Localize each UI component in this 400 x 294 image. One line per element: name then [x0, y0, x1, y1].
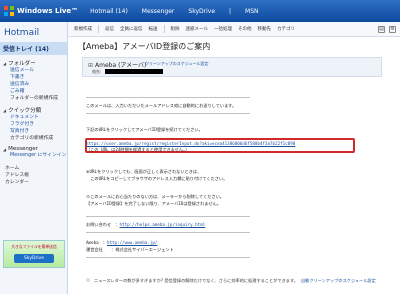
body-line-2: 下記のURLをクリックしてアメーバID登録を続けてください。: [86, 127, 203, 132]
footer-text: ニュースレターの数が多すぎますか? 受信登録の解除だけでなく、さらに効率的に処理…: [94, 278, 298, 283]
body-line-5: このURLをコピーしてブラウザのアドレス入力欄に貼り付けてください。: [86, 176, 228, 181]
divider-rule: ――――――――――――――――――――――――――――――――――――――――…: [86, 111, 250, 116]
categories-button[interactable]: カテゴリ: [277, 26, 295, 32]
reply-button[interactable]: 返信: [105, 26, 114, 32]
messenger-signin-link[interactable]: Messenger にサインイン: [10, 152, 67, 159]
sidebar-item-photos[interactable]: 写真付き: [10, 128, 67, 135]
divider-rule: ――――――――――――――――――――――――――――――――――――――――…: [86, 230, 250, 235]
contact-url-link[interactable]: http://helps.ameba.jp/inquiry.html: [120, 222, 206, 227]
ameba-row: Ameba ：http://www.ameba.jp/: [86, 240, 157, 246]
sidebar-item-trash[interactable]: ごみ箱: [10, 88, 67, 95]
sidebar-item-drafts[interactable]: 下書き: [10, 74, 67, 81]
left-sidebar: Hotmail 受信トレイ (14) ◢ フォルダー 送信メール 下書き 送信済み…: [0, 22, 68, 294]
footer-schedule-link[interactable]: 自動クリーンアップのスケジュール設定: [301, 278, 376, 284]
sidebar-item-home[interactable]: ホーム: [5, 165, 67, 172]
top-nav-links: Hotmail (14) Messenger SkyDrive | MSN: [90, 8, 258, 15]
sidebar-item-inbox[interactable]: 受信トレイ (14): [0, 42, 67, 55]
expand-icon[interactable]: ⊞: [88, 62, 93, 69]
divider-rule: ――――――――――――――――――――――――――――――――――――――――…: [86, 95, 250, 100]
divider-rule: ――――――――――――――――――――――――――――――――――――――――…: [86, 255, 250, 260]
sweep-button[interactable]: 一括処理: [214, 26, 232, 32]
quick-views-header-label: クイック分類: [8, 108, 42, 114]
contact-label: お問い合わせ ：: [86, 222, 120, 227]
sidebar-item-sent-mail[interactable]: 送信メール: [10, 67, 67, 74]
quick-views-section: ◢ クイック分類 ドキュメント フラグ付き 写真付き カテゴリの新規作成: [0, 106, 67, 142]
delete-button[interactable]: 削除: [171, 26, 180, 32]
move-to-button[interactable]: 移動先: [258, 26, 272, 32]
ad-skydrive-logo: SkyDrive: [14, 254, 54, 263]
body-line-3: （この URL は24時間を経過すると使用できません。）: [86, 147, 190, 152]
nav-messenger[interactable]: Messenger: [142, 8, 175, 15]
sidebar-item-contacts[interactable]: アドレス帳: [5, 172, 67, 179]
folders-header-label: フォルダー: [8, 61, 36, 67]
message-subject: 【Ameba】アメーバID登録のご案内: [78, 42, 211, 51]
nav-hotmail[interactable]: Hotmail (14): [90, 8, 128, 15]
sender-name[interactable]: ⊞ Ameba (アメーバ): [88, 60, 146, 69]
cleanup-schedule-link[interactable]: クリーンアップのスケジュール設定: [145, 61, 209, 67]
misc-links: ホーム アドレス帳 カレンダー: [0, 165, 67, 186]
folders-section: ◢ フォルダー 送信メール 下書き 送信済み ごみ箱 フォルダーの新規作成: [0, 59, 67, 102]
newsletter-footer: ✉ ニュースレターの数が多すぎますか? 受信登録の解除だけでなく、さらに効率的に…: [86, 278, 396, 284]
contact-row: お問い合わせ ：http://helps.ameba.jp/inquiry.ht…: [86, 222, 205, 228]
info-icon: ✉: [86, 277, 91, 284]
divider-rule: ――――――――――――――――――――――――――――――――――――――――…: [86, 214, 250, 219]
sender-name-label: Ameba (アメーバ): [95, 62, 147, 69]
hotmail-title[interactable]: Hotmail: [4, 28, 67, 38]
nav-msn[interactable]: MSN: [245, 8, 258, 15]
nav-separator: |: [229, 7, 232, 15]
body-line-4: ※URLをクリックしても、画面が正しく表示されないときは、: [86, 169, 202, 174]
body-line-7: 【アメーバID登録】を完了しない限り、アメーバIDは登録されません。: [86, 201, 221, 206]
body-line-6: ※このメールにお心当たりのない方は、メーラーから削除してください。: [86, 194, 224, 199]
more-button[interactable]: その他: [238, 26, 252, 32]
reply-all-button[interactable]: 全員に返信: [120, 26, 143, 32]
print-icon[interactable]: ▤: [378, 26, 385, 33]
quick-views-header[interactable]: ◢ クイック分類: [3, 106, 67, 115]
collapse-triangle-icon: ◢: [3, 60, 7, 66]
junk-button[interactable]: 迷惑メール: [186, 26, 209, 32]
company-name: 株式会社サイバーエージェント: [115, 247, 174, 252]
new-button[interactable]: 新規作成: [74, 26, 92, 32]
message-toolbar: 新規作成 返信 全員に返信 転送 削除 迷惑メール 一括処理 その他 移動先 カ…: [68, 22, 400, 37]
settings-icon[interactable]: ⚙: [389, 26, 396, 33]
collapse-triangle-icon: ◢: [3, 146, 7, 152]
new-folder-link[interactable]: フォルダーの新規作成: [10, 95, 67, 102]
sidebar-item-sent[interactable]: 送信済み: [10, 81, 67, 88]
toolbar-divider: [163, 25, 165, 33]
toolbar-right-icons: ▤ ⚙: [378, 26, 396, 33]
sidebar-item-calendar[interactable]: カレンダー: [5, 179, 67, 186]
ameba-url-link[interactable]: http://www.ameba.jp/: [107, 240, 157, 245]
body-line-1: このメールは、入力いただいたメールアドレス宛に自動的にお送りしています。: [86, 103, 237, 108]
folders-header[interactable]: ◢ フォルダー: [3, 59, 67, 68]
sender-header: ⊞ Ameba (アメーバ) クリーンアップのスケジュール設定 宛先:: [82, 57, 382, 77]
registration-url-link[interactable]: https://user.ameba.jp/regist/registerInp…: [86, 141, 295, 146]
to-label: 宛先:: [92, 69, 102, 74]
windows-live-brand[interactable]: Windows Live™: [4, 6, 78, 16]
company-row: 運営会社 ：株式会社サイバーエージェント: [86, 247, 174, 253]
nav-skydrive[interactable]: SkyDrive: [188, 8, 215, 15]
new-category-link[interactable]: カテゴリの新規作成: [10, 135, 67, 142]
forward-button[interactable]: 転送: [149, 26, 158, 32]
ameba-label: Ameba ：: [86, 240, 107, 245]
skydrive-ad-banner[interactable]: 大きなファイルを簡単送信 SkyDrive: [3, 240, 65, 268]
top-navigation-bar: Windows Live™ Hotmail (14) Messenger Sky…: [0, 0, 400, 22]
brand-label: Windows Live™: [17, 7, 79, 15]
redacted-recipient: [105, 69, 163, 74]
company-label: 運営会社 ：: [86, 247, 116, 252]
collapse-triangle-icon: ◢: [3, 107, 7, 113]
sidebar-item-flagged[interactable]: フラグ付き: [10, 121, 67, 128]
windows-logo-icon: [4, 6, 14, 16]
toolbar-divider: [98, 25, 99, 33]
sidebar-item-documents[interactable]: ドキュメント: [10, 114, 67, 121]
messenger-section: ◢ Messenger Messenger にサインイン: [0, 146, 67, 159]
ad-text: 大きなファイルを簡単送信: [11, 244, 57, 249]
